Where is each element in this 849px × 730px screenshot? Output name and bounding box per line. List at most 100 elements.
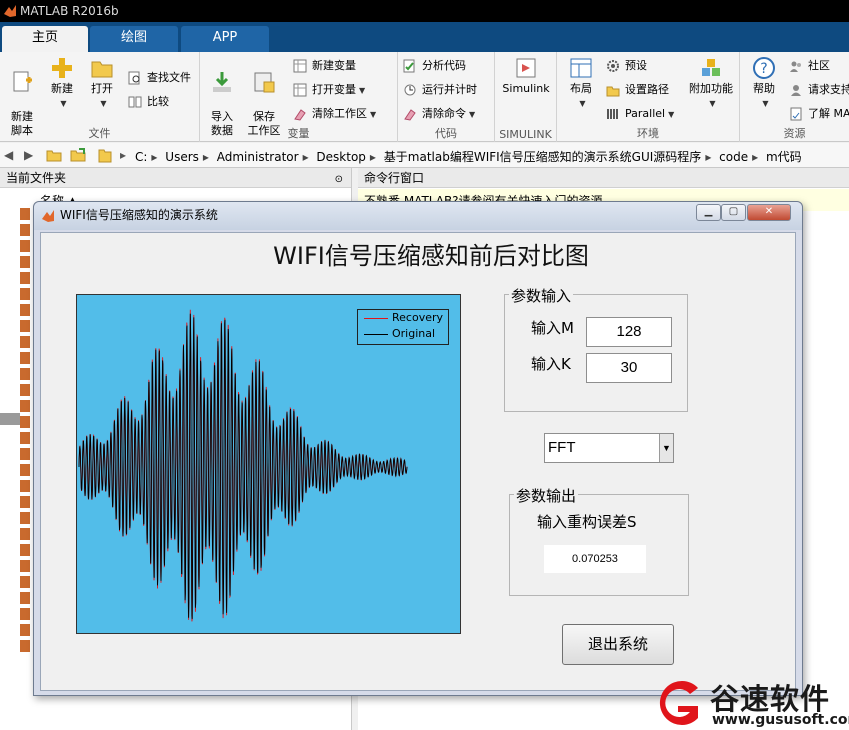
close-button[interactable]: ✕ bbox=[747, 204, 791, 221]
forward-arrow-icon[interactable]: ▶ bbox=[24, 148, 33, 162]
watermark-url: www.gususoft.com bbox=[712, 712, 849, 728]
method-select[interactable]: FFT ▼ bbox=[544, 433, 674, 463]
community-button[interactable]: 社区 bbox=[788, 56, 830, 76]
maximize-button[interactable]: ▢ bbox=[721, 204, 746, 221]
analyze-code-label: 分析代码 bbox=[422, 59, 466, 72]
help-icon: ? bbox=[753, 57, 775, 79]
layout-button[interactable]: 布局 ▼ bbox=[561, 56, 601, 111]
file-icon[interactable] bbox=[20, 560, 30, 572]
file-icon[interactable] bbox=[20, 624, 30, 636]
breadcrumb-item[interactable]: code bbox=[719, 150, 748, 164]
file-icon[interactable] bbox=[20, 224, 30, 236]
k-input[interactable]: 30 bbox=[586, 353, 672, 383]
exit-button[interactable]: 退出系统 bbox=[562, 624, 674, 665]
analyze-code-button[interactable]: 分析代码 bbox=[402, 56, 466, 76]
file-icon[interactable] bbox=[20, 400, 30, 412]
file-icon[interactable] bbox=[20, 496, 30, 508]
file-icon[interactable] bbox=[20, 640, 30, 652]
simulink-label: Simulink bbox=[502, 82, 550, 95]
preferences-button[interactable]: 预设 bbox=[605, 56, 647, 76]
file-icon[interactable] bbox=[20, 480, 30, 492]
command-window-header: 命令行窗口 bbox=[358, 168, 849, 188]
compare-button[interactable]: 比较 bbox=[127, 92, 169, 112]
ribbon-group-simulink: Simulink SIMULINK bbox=[495, 52, 557, 142]
open-button[interactable]: 打开 ▼ bbox=[82, 56, 122, 111]
run-and-time-button[interactable]: 运行并计时 bbox=[402, 80, 477, 100]
file-icon[interactable] bbox=[20, 272, 30, 284]
file-icon[interactable] bbox=[20, 352, 30, 364]
browse-folder-icon[interactable] bbox=[70, 148, 86, 162]
add-ons-label: 附加功能 bbox=[689, 82, 733, 95]
chevron-down-icon[interactable]: ▼ bbox=[659, 434, 673, 462]
breadcrumb-item[interactable]: 基于matlab编程WIFI信号压缩感知的演示系统GUI源码程序 bbox=[384, 150, 702, 164]
ribbon: 新建 脚本 新建▼ 打开▼ 查找文件 比较 文件 导入 数据 保存 工作区 bbox=[0, 52, 849, 142]
method-select-value: FFT bbox=[548, 439, 576, 456]
file-icon[interactable] bbox=[20, 448, 30, 460]
file-icon[interactable] bbox=[20, 288, 30, 300]
request-support-button[interactable]: 请求支持 bbox=[788, 80, 849, 100]
file-icon[interactable] bbox=[20, 416, 30, 428]
community-label: 社区 bbox=[808, 59, 830, 72]
help-label: 帮助 bbox=[753, 82, 775, 95]
learn-matlab-button[interactable]: 了解 MA bbox=[788, 104, 849, 124]
file-icon[interactable] bbox=[20, 432, 30, 444]
help-button[interactable]: ? 帮助 ▼ bbox=[744, 56, 784, 111]
file-icon[interactable] bbox=[20, 464, 30, 476]
original-series-line bbox=[78, 313, 408, 619]
gui-title-bar[interactable]: WIFI信号压缩感知的演示系统 ▁ ▢ ✕ bbox=[34, 202, 802, 230]
minimize-button[interactable]: ▁ bbox=[696, 204, 721, 221]
gui-window-title: WIFI信号压缩感知的演示系统 bbox=[60, 208, 218, 222]
param-output-title: 参数输出 bbox=[514, 485, 579, 506]
new-script-icon bbox=[13, 71, 32, 92]
file-icon[interactable] bbox=[20, 384, 30, 396]
file-icon[interactable] bbox=[20, 592, 30, 604]
file-icon[interactable] bbox=[20, 608, 30, 620]
tab-plots[interactable]: 绘图 bbox=[90, 26, 178, 52]
find-files-button[interactable]: 查找文件 bbox=[127, 68, 191, 88]
m-input[interactable]: 128 bbox=[586, 317, 672, 347]
new-label: 新建 bbox=[51, 82, 73, 95]
breadcrumb-item[interactable]: C: bbox=[135, 150, 147, 164]
param-input-title: 参数输入 bbox=[509, 285, 574, 306]
breadcrumb-item[interactable]: Administrator bbox=[217, 150, 299, 164]
add-ons-button[interactable]: 附加功能 ▼ bbox=[685, 56, 737, 111]
clear-workspace-button[interactable]: 清除工作区 ▼ bbox=[292, 104, 376, 124]
breadcrumb-item[interactable]: m代码 bbox=[766, 150, 802, 164]
breadcrumb-item[interactable]: Users bbox=[165, 150, 199, 164]
file-icon[interactable] bbox=[20, 512, 30, 524]
panel-menu-icon[interactable]: ⊙ bbox=[335, 170, 343, 190]
parallel-button[interactable]: Parallel ▼ bbox=[605, 104, 674, 124]
clear-commands-button[interactable]: 清除命令 ▼ bbox=[402, 104, 475, 124]
legend-swatch bbox=[364, 318, 388, 319]
simulink-button[interactable]: Simulink bbox=[499, 56, 553, 96]
tab-apps[interactable]: APP bbox=[181, 26, 269, 52]
legend-label: Original bbox=[392, 327, 436, 340]
file-icon[interactable] bbox=[20, 240, 30, 252]
save-workspace-icon bbox=[254, 72, 275, 93]
up-folder-icon[interactable] bbox=[46, 148, 62, 162]
param-output-panel: 参数输出 输入重构误差S 0.070253 bbox=[509, 485, 689, 596]
breadcrumb: C: ▸ Users ▸ Administrator ▸ Desktop ▸ 基于mat… bbox=[135, 150, 802, 164]
file-icon[interactable] bbox=[20, 304, 30, 316]
file-icon[interactable] bbox=[20, 576, 30, 588]
file-icon[interactable] bbox=[20, 368, 30, 380]
open-variable-button[interactable]: 打开变量 ▼ bbox=[292, 80, 365, 100]
new-variable-button[interactable]: 新建变量 bbox=[292, 56, 356, 76]
file-icon[interactable] bbox=[20, 544, 30, 556]
file-icon[interactable] bbox=[20, 208, 30, 220]
chevron-down-icon: ▼ bbox=[668, 110, 675, 119]
breadcrumb-item[interactable]: Desktop bbox=[316, 150, 366, 164]
file-icon[interactable] bbox=[20, 528, 30, 540]
set-path-button[interactable]: 设置路径 bbox=[605, 80, 669, 100]
new-variable-icon bbox=[293, 59, 307, 73]
file-icon[interactable] bbox=[20, 336, 30, 348]
k-label: 输入K bbox=[531, 355, 571, 373]
signal-plot-axes[interactable]: Recovery Original bbox=[76, 294, 461, 634]
layout-icon bbox=[570, 58, 592, 78]
file-icon[interactable] bbox=[20, 320, 30, 332]
file-icon[interactable] bbox=[20, 256, 30, 268]
back-arrow-icon[interactable]: ◀ bbox=[4, 148, 13, 162]
gear-icon bbox=[607, 60, 619, 72]
tab-home[interactable]: 主页 bbox=[2, 26, 88, 52]
new-button[interactable]: 新建 ▼ bbox=[42, 56, 82, 111]
